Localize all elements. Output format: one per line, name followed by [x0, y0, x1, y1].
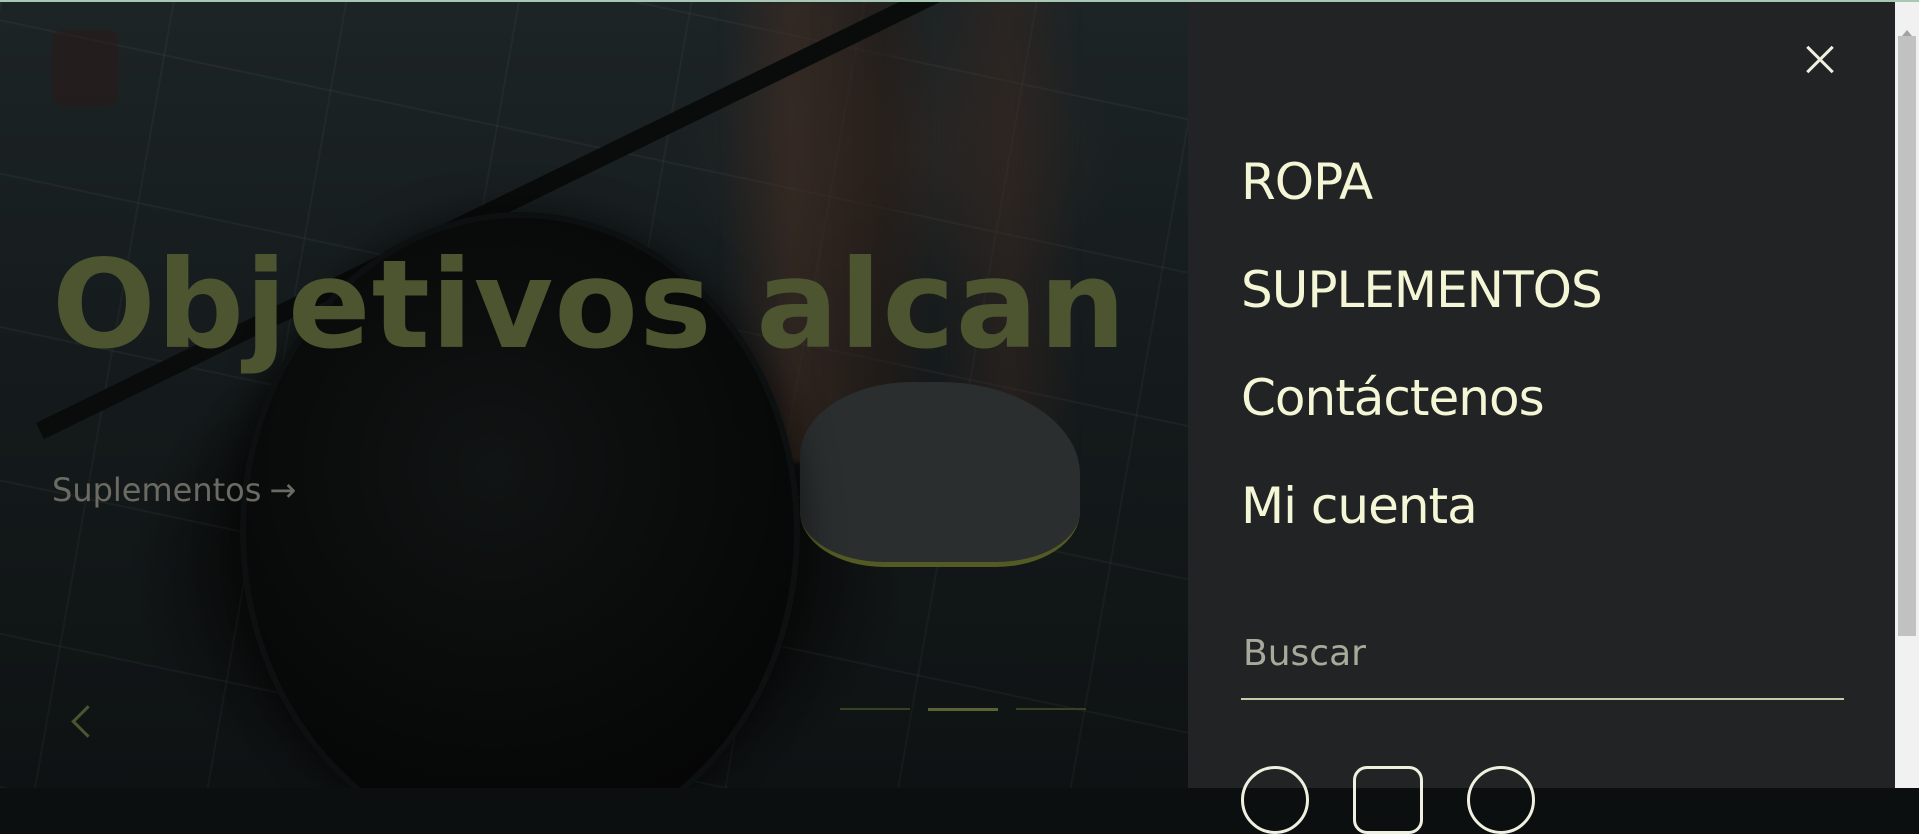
facebook-icon[interactable] — [1241, 766, 1309, 834]
arrow-right-icon: → — [269, 471, 297, 509]
mobile-menu-panel: ROPA SUPLEMENTOS Contáctenos Mi cuenta — [1188, 2, 1895, 834]
slider-pagination — [840, 708, 1086, 711]
menu-item-contactenos[interactable]: Contáctenos — [1241, 363, 1602, 471]
slider-dot-3[interactable] — [1016, 708, 1086, 710]
slider-dot-1[interactable] — [840, 708, 910, 710]
hero-slider: Objetivos alcan Suplementos → — [0, 2, 1188, 788]
menu-item-ropa[interactable]: ROPA — [1241, 147, 1602, 255]
menu-item-mi-cuenta[interactable]: Mi cuenta — [1241, 471, 1602, 579]
hero-athlete-shoe — [800, 382, 1080, 567]
hero-suplementos-link[interactable]: Suplementos → — [52, 471, 296, 509]
instagram-icon[interactable] — [1353, 766, 1423, 834]
search-input[interactable] — [1241, 612, 1848, 694]
menu-item-suplementos[interactable]: SUPLEMENTOS — [1241, 255, 1603, 363]
page-scrollbar[interactable] — [1895, 2, 1919, 788]
social-links — [1241, 766, 1535, 834]
brand-logo[interactable] — [52, 30, 118, 106]
pinterest-icon[interactable] — [1467, 766, 1535, 834]
slider-dot-2[interactable] — [928, 708, 998, 711]
close-icon[interactable] — [1807, 46, 1833, 72]
scrollbar-thumb[interactable] — [1898, 36, 1916, 636]
hero-link-label: Suplementos — [52, 471, 262, 509]
menu-nav: ROPA SUPLEMENTOS Contáctenos Mi cuenta — [1241, 147, 1603, 579]
hero-headline: Objetivos alcan — [52, 234, 1127, 376]
search-field-wrapper — [1241, 612, 1848, 700]
